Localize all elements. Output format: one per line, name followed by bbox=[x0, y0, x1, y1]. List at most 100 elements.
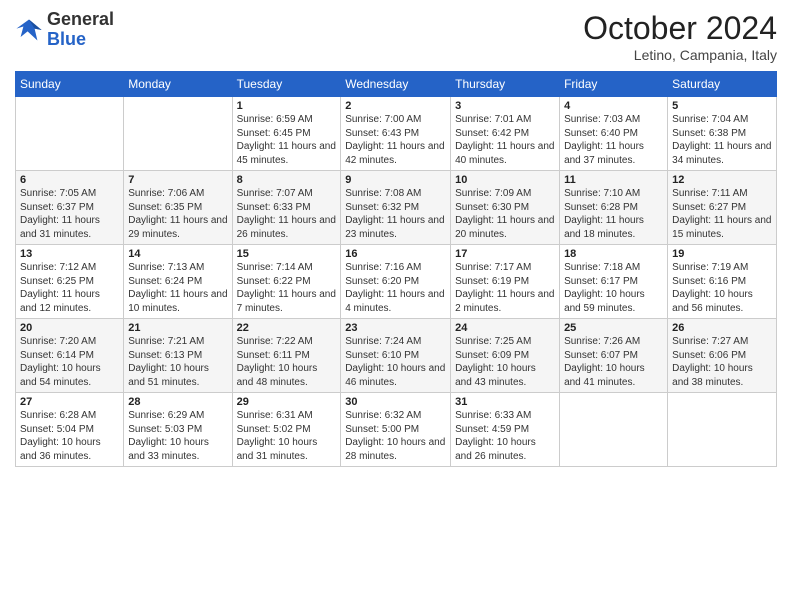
day-info: Sunrise: 6:29 AM Sunset: 5:03 PM Dayligh… bbox=[128, 409, 227, 463]
day-info: Sunrise: 7:06 AM Sunset: 6:35 PM Dayligh… bbox=[128, 187, 227, 241]
day-info: Sunrise: 7:20 AM Sunset: 6:14 PM Dayligh… bbox=[20, 335, 119, 389]
table-row bbox=[124, 97, 232, 171]
calendar-week-row: 1Sunrise: 6:59 AM Sunset: 6:45 PM Daylig… bbox=[16, 97, 777, 171]
day-number: 31 bbox=[455, 396, 555, 408]
table-row: 1Sunrise: 6:59 AM Sunset: 6:45 PM Daylig… bbox=[232, 97, 341, 171]
table-row: 30Sunrise: 6:32 AM Sunset: 5:00 PM Dayli… bbox=[341, 393, 451, 467]
table-row: 25Sunrise: 7:26 AM Sunset: 6:07 PM Dayli… bbox=[560, 319, 668, 393]
day-number: 29 bbox=[237, 396, 337, 408]
logo-bird-icon bbox=[15, 16, 43, 44]
day-info: Sunrise: 7:13 AM Sunset: 6:24 PM Dayligh… bbox=[128, 261, 227, 315]
day-info: Sunrise: 7:25 AM Sunset: 6:09 PM Dayligh… bbox=[455, 335, 555, 389]
day-number: 24 bbox=[455, 322, 555, 334]
calendar-table: Sunday Monday Tuesday Wednesday Thursday… bbox=[15, 71, 777, 467]
table-row bbox=[16, 97, 124, 171]
day-number: 21 bbox=[128, 322, 227, 334]
location: Letino, Campania, Italy bbox=[583, 47, 777, 63]
table-row: 2Sunrise: 7:00 AM Sunset: 6:43 PM Daylig… bbox=[341, 97, 451, 171]
month-title: October 2024 bbox=[583, 10, 777, 47]
day-number: 8 bbox=[237, 174, 337, 186]
table-row: 9Sunrise: 7:08 AM Sunset: 6:32 PM Daylig… bbox=[341, 171, 451, 245]
table-row: 28Sunrise: 6:29 AM Sunset: 5:03 PM Dayli… bbox=[124, 393, 232, 467]
table-row: 27Sunrise: 6:28 AM Sunset: 5:04 PM Dayli… bbox=[16, 393, 124, 467]
col-thursday: Thursday bbox=[451, 72, 560, 97]
day-number: 5 bbox=[672, 100, 772, 112]
day-info: Sunrise: 7:11 AM Sunset: 6:27 PM Dayligh… bbox=[672, 187, 772, 241]
calendar-header-row: Sunday Monday Tuesday Wednesday Thursday… bbox=[16, 72, 777, 97]
table-row: 12Sunrise: 7:11 AM Sunset: 6:27 PM Dayli… bbox=[668, 171, 777, 245]
table-row: 11Sunrise: 7:10 AM Sunset: 6:28 PM Dayli… bbox=[560, 171, 668, 245]
table-row: 6Sunrise: 7:05 AM Sunset: 6:37 PM Daylig… bbox=[16, 171, 124, 245]
table-row: 22Sunrise: 7:22 AM Sunset: 6:11 PM Dayli… bbox=[232, 319, 341, 393]
day-info: Sunrise: 6:32 AM Sunset: 5:00 PM Dayligh… bbox=[345, 409, 446, 463]
table-row: 15Sunrise: 7:14 AM Sunset: 6:22 PM Dayli… bbox=[232, 245, 341, 319]
day-info: Sunrise: 7:09 AM Sunset: 6:30 PM Dayligh… bbox=[455, 187, 555, 241]
table-row: 29Sunrise: 6:31 AM Sunset: 5:02 PM Dayli… bbox=[232, 393, 341, 467]
col-wednesday: Wednesday bbox=[341, 72, 451, 97]
logo: General Blue bbox=[15, 10, 114, 50]
table-row: 19Sunrise: 7:19 AM Sunset: 6:16 PM Dayli… bbox=[668, 245, 777, 319]
day-number: 11 bbox=[564, 174, 663, 186]
day-info: Sunrise: 7:26 AM Sunset: 6:07 PM Dayligh… bbox=[564, 335, 663, 389]
day-info: Sunrise: 7:14 AM Sunset: 6:22 PM Dayligh… bbox=[237, 261, 337, 315]
table-row: 24Sunrise: 7:25 AM Sunset: 6:09 PM Dayli… bbox=[451, 319, 560, 393]
day-number: 7 bbox=[128, 174, 227, 186]
day-number: 20 bbox=[20, 322, 119, 334]
table-row: 20Sunrise: 7:20 AM Sunset: 6:14 PM Dayli… bbox=[16, 319, 124, 393]
calendar-week-row: 20Sunrise: 7:20 AM Sunset: 6:14 PM Dayli… bbox=[16, 319, 777, 393]
table-row: 23Sunrise: 7:24 AM Sunset: 6:10 PM Dayli… bbox=[341, 319, 451, 393]
day-info: Sunrise: 7:07 AM Sunset: 6:33 PM Dayligh… bbox=[237, 187, 337, 241]
table-row: 5Sunrise: 7:04 AM Sunset: 6:38 PM Daylig… bbox=[668, 97, 777, 171]
day-info: Sunrise: 7:27 AM Sunset: 6:06 PM Dayligh… bbox=[672, 335, 772, 389]
day-number: 13 bbox=[20, 248, 119, 260]
day-info: Sunrise: 7:21 AM Sunset: 6:13 PM Dayligh… bbox=[128, 335, 227, 389]
table-row: 8Sunrise: 7:07 AM Sunset: 6:33 PM Daylig… bbox=[232, 171, 341, 245]
day-number: 14 bbox=[128, 248, 227, 260]
day-info: Sunrise: 7:05 AM Sunset: 6:37 PM Dayligh… bbox=[20, 187, 119, 241]
day-info: Sunrise: 7:24 AM Sunset: 6:10 PM Dayligh… bbox=[345, 335, 446, 389]
day-number: 30 bbox=[345, 396, 446, 408]
day-number: 27 bbox=[20, 396, 119, 408]
day-number: 28 bbox=[128, 396, 227, 408]
calendar-week-row: 27Sunrise: 6:28 AM Sunset: 5:04 PM Dayli… bbox=[16, 393, 777, 467]
day-number: 3 bbox=[455, 100, 555, 112]
col-monday: Monday bbox=[124, 72, 232, 97]
header: General Blue October 2024 Letino, Campan… bbox=[15, 10, 777, 63]
day-info: Sunrise: 7:03 AM Sunset: 6:40 PM Dayligh… bbox=[564, 113, 663, 167]
table-row: 26Sunrise: 7:27 AM Sunset: 6:06 PM Dayli… bbox=[668, 319, 777, 393]
table-row: 17Sunrise: 7:17 AM Sunset: 6:19 PM Dayli… bbox=[451, 245, 560, 319]
day-number: 17 bbox=[455, 248, 555, 260]
day-info: Sunrise: 7:17 AM Sunset: 6:19 PM Dayligh… bbox=[455, 261, 555, 315]
logo-general: General bbox=[47, 9, 114, 29]
day-info: Sunrise: 7:08 AM Sunset: 6:32 PM Dayligh… bbox=[345, 187, 446, 241]
day-info: Sunrise: 7:18 AM Sunset: 6:17 PM Dayligh… bbox=[564, 261, 663, 315]
day-info: Sunrise: 7:00 AM Sunset: 6:43 PM Dayligh… bbox=[345, 113, 446, 167]
day-info: Sunrise: 7:16 AM Sunset: 6:20 PM Dayligh… bbox=[345, 261, 446, 315]
table-row: 14Sunrise: 7:13 AM Sunset: 6:24 PM Dayli… bbox=[124, 245, 232, 319]
col-saturday: Saturday bbox=[668, 72, 777, 97]
calendar-week-row: 13Sunrise: 7:12 AM Sunset: 6:25 PM Dayli… bbox=[16, 245, 777, 319]
table-row: 18Sunrise: 7:18 AM Sunset: 6:17 PM Dayli… bbox=[560, 245, 668, 319]
day-info: Sunrise: 6:33 AM Sunset: 4:59 PM Dayligh… bbox=[455, 409, 555, 463]
calendar-week-row: 6Sunrise: 7:05 AM Sunset: 6:37 PM Daylig… bbox=[16, 171, 777, 245]
col-friday: Friday bbox=[560, 72, 668, 97]
day-number: 23 bbox=[345, 322, 446, 334]
table-row: 16Sunrise: 7:16 AM Sunset: 6:20 PM Dayli… bbox=[341, 245, 451, 319]
day-number: 10 bbox=[455, 174, 555, 186]
day-number: 1 bbox=[237, 100, 337, 112]
day-number: 22 bbox=[237, 322, 337, 334]
logo-blue: Blue bbox=[47, 29, 86, 49]
day-info: Sunrise: 6:59 AM Sunset: 6:45 PM Dayligh… bbox=[237, 113, 337, 167]
day-number: 19 bbox=[672, 248, 772, 260]
table-row bbox=[668, 393, 777, 467]
day-number: 2 bbox=[345, 100, 446, 112]
day-info: Sunrise: 7:19 AM Sunset: 6:16 PM Dayligh… bbox=[672, 261, 772, 315]
day-info: Sunrise: 7:10 AM Sunset: 6:28 PM Dayligh… bbox=[564, 187, 663, 241]
day-info: Sunrise: 7:04 AM Sunset: 6:38 PM Dayligh… bbox=[672, 113, 772, 167]
day-number: 9 bbox=[345, 174, 446, 186]
day-info: Sunrise: 7:12 AM Sunset: 6:25 PM Dayligh… bbox=[20, 261, 119, 315]
page: General Blue October 2024 Letino, Campan… bbox=[0, 0, 792, 612]
table-row: 3Sunrise: 7:01 AM Sunset: 6:42 PM Daylig… bbox=[451, 97, 560, 171]
day-number: 26 bbox=[672, 322, 772, 334]
day-number: 6 bbox=[20, 174, 119, 186]
